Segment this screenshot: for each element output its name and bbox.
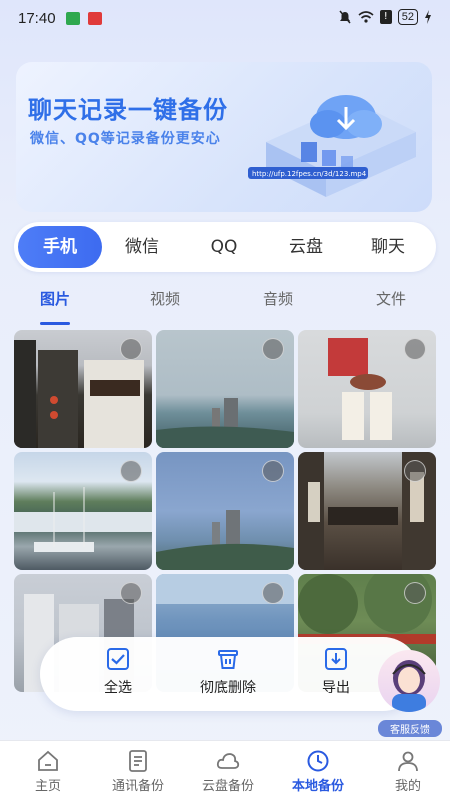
nav-local-backup[interactable]: 本地备份 (273, 749, 363, 794)
status-icons: ! 52 (338, 9, 432, 25)
nav-contacts-backup[interactable]: 通讯备份 (93, 749, 183, 794)
bottom-navigation: 主页 通讯备份 云盘备份 本地备份 我的 (0, 740, 450, 800)
nav-local-backup-label: 本地备份 (291, 779, 344, 794)
photo-item[interactable] (14, 452, 152, 570)
nav-home[interactable]: 主页 (3, 749, 93, 794)
customer-service-label: 客服反馈 (378, 720, 442, 737)
export-icon (325, 648, 347, 670)
select-all-button[interactable]: 全选 (78, 647, 158, 697)
charging-icon (425, 10, 431, 24)
tab-wechat[interactable]: 微信 (102, 226, 182, 268)
photo-item[interactable] (298, 330, 436, 448)
tab-audio[interactable]: 音频 (263, 288, 293, 309)
nav-contacts-backup-label: 通讯备份 (111, 779, 164, 794)
photo-item[interactable] (298, 452, 436, 570)
export-button[interactable]: 导出 (296, 647, 376, 697)
status-time: 17:40 (18, 10, 56, 27)
photo-select-checkbox[interactable] (262, 582, 284, 604)
banner-title: 聊天记录一键备份 (28, 96, 228, 124)
wifi-icon (358, 11, 374, 23)
alert-icon: ! (379, 10, 392, 24)
photo-select-checkbox[interactable] (404, 460, 426, 482)
photo-item[interactable] (156, 330, 294, 448)
source-tab-bar: 手机 微信 QQ 云盘 聊天 (14, 222, 436, 272)
photo-item[interactable] (14, 330, 152, 448)
tab-phone[interactable]: 手机 (18, 226, 102, 268)
status-bar: 17:40 ! 52 (0, 0, 450, 38)
photo-select-checkbox[interactable] (262, 338, 284, 360)
active-tab-indicator (40, 322, 70, 325)
cloud-backup-illustration: http://ufp.12fpes.cn/3d/123.mp4 (248, 95, 416, 197)
battery-indicator: 52 (397, 9, 418, 25)
banner-url-text: http://ufp.12fpes.cn/3d/123.mp4 (252, 170, 367, 178)
notification-app-icon (88, 12, 102, 25)
select-all-icon (107, 648, 129, 670)
photo-select-checkbox[interactable] (404, 338, 426, 360)
tab-videos[interactable]: 视频 (150, 288, 180, 309)
tab-files[interactable]: 文件 (376, 288, 406, 309)
photo-select-checkbox[interactable] (262, 460, 284, 482)
home-icon (38, 750, 58, 771)
backup-promo-banner[interactable]: 聊天记录一键备份 微信、QQ等记录备份更安心 http://ufp.12fpes… (16, 62, 432, 212)
tab-chat[interactable]: 聊天 (348, 226, 428, 268)
photo-item[interactable] (156, 452, 294, 570)
delete-permanently-button[interactable]: 彻底删除 (188, 647, 268, 697)
tab-qq[interactable]: QQ (184, 226, 264, 268)
nav-cloud-backup-label: 云盘备份 (201, 779, 254, 794)
delete-permanently-label: 彻底删除 (200, 680, 256, 696)
select-all-label: 全选 (104, 680, 132, 696)
cloud-icon (216, 753, 240, 769)
nav-profile-label: 我的 (394, 779, 421, 794)
customer-service-button[interactable]: 客服反馈 (378, 650, 442, 740)
tab-cloud-disk[interactable]: 云盘 (266, 226, 346, 268)
photo-select-checkbox[interactable] (404, 582, 426, 604)
trash-icon (218, 650, 238, 669)
banner-subtitle: 微信、QQ等记录备份更安心 (30, 131, 221, 147)
notification-app-icon (66, 12, 80, 25)
photo-select-checkbox[interactable] (120, 460, 142, 482)
clock-icon (307, 750, 329, 772)
photo-select-checkbox[interactable] (120, 338, 142, 360)
tab-images[interactable]: 图片 (40, 288, 70, 309)
export-label: 导出 (322, 680, 350, 696)
user-icon (398, 751, 418, 772)
document-icon (129, 750, 147, 772)
nav-profile[interactable]: 我的 (363, 749, 450, 794)
mute-icon (339, 10, 351, 24)
customer-service-avatar (378, 650, 440, 712)
nav-home-label: 主页 (34, 779, 61, 794)
photo-select-checkbox[interactable] (120, 582, 142, 604)
selection-action-panel: 全选 彻底删除 导出 (40, 637, 420, 711)
nav-cloud-backup[interactable]: 云盘备份 (183, 749, 273, 794)
